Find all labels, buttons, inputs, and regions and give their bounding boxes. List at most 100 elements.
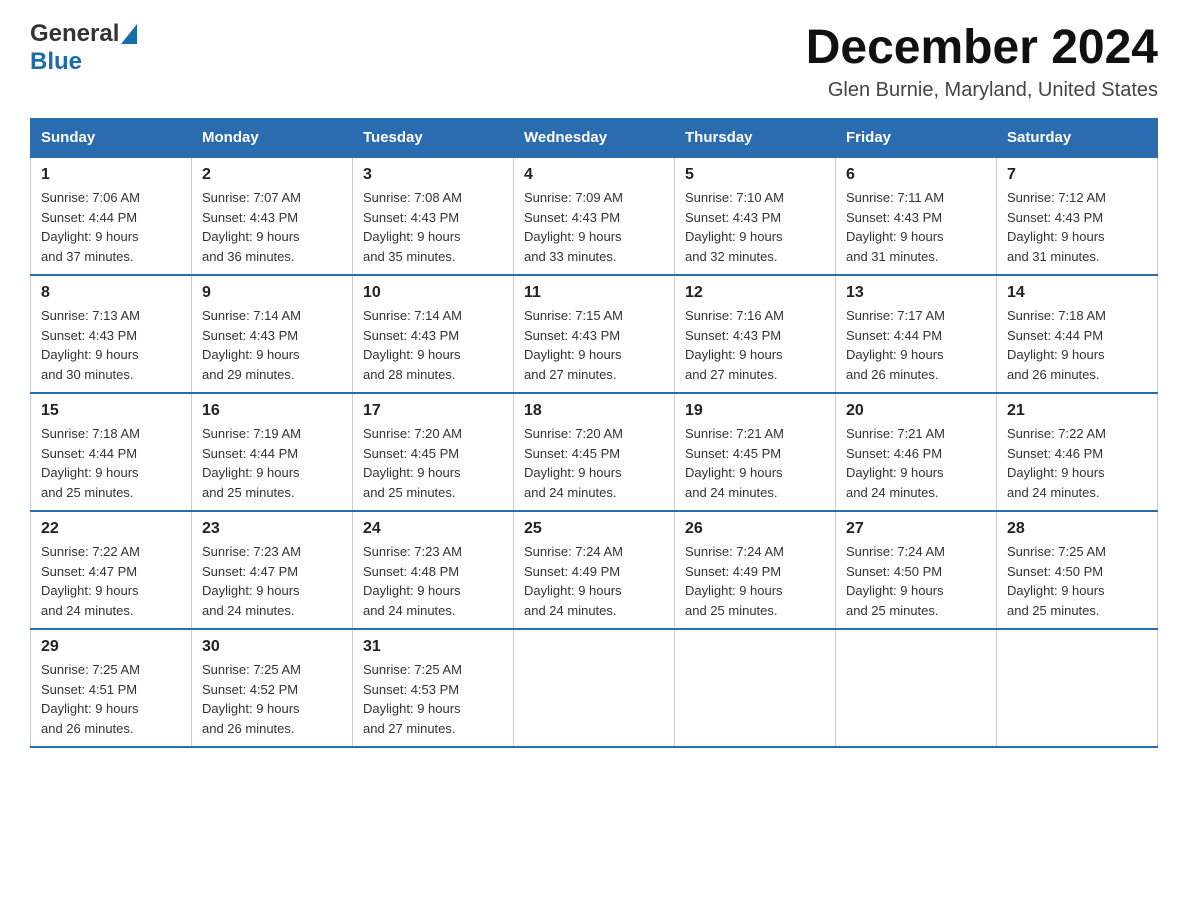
day-number: 19 xyxy=(685,402,825,420)
day-info: Sunrise: 7:21 AM Sunset: 4:45 PM Dayligh… xyxy=(685,424,825,502)
day-number: 27 xyxy=(846,520,986,538)
day-number: 5 xyxy=(685,166,825,184)
day-number: 12 xyxy=(685,284,825,302)
day-number: 17 xyxy=(363,402,503,420)
day-number: 9 xyxy=(202,284,342,302)
day-number: 15 xyxy=(41,402,181,420)
calendar-cell: 20 Sunrise: 7:21 AM Sunset: 4:46 PM Dayl… xyxy=(836,393,997,511)
calendar-cell: 19 Sunrise: 7:21 AM Sunset: 4:45 PM Dayl… xyxy=(675,393,836,511)
day-info: Sunrise: 7:21 AM Sunset: 4:46 PM Dayligh… xyxy=(846,424,986,502)
calendar-cell: 1 Sunrise: 7:06 AM Sunset: 4:44 PM Dayli… xyxy=(31,157,192,275)
day-info: Sunrise: 7:10 AM Sunset: 4:43 PM Dayligh… xyxy=(685,188,825,266)
calendar-cell: 23 Sunrise: 7:23 AM Sunset: 4:47 PM Dayl… xyxy=(192,511,353,629)
logo-general-text: General xyxy=(30,20,119,48)
calendar-cell xyxy=(675,629,836,747)
calendar-cell xyxy=(514,629,675,747)
title-section: December 2024 Glen Burnie, Maryland, Uni… xyxy=(806,20,1158,102)
calendar-cell: 17 Sunrise: 7:20 AM Sunset: 4:45 PM Dayl… xyxy=(353,393,514,511)
calendar-cell: 5 Sunrise: 7:10 AM Sunset: 4:43 PM Dayli… xyxy=(675,157,836,275)
calendar-cell: 15 Sunrise: 7:18 AM Sunset: 4:44 PM Dayl… xyxy=(31,393,192,511)
day-info: Sunrise: 7:22 AM Sunset: 4:47 PM Dayligh… xyxy=(41,542,181,620)
calendar-cell xyxy=(997,629,1158,747)
day-number: 3 xyxy=(363,166,503,184)
calendar-cell: 9 Sunrise: 7:14 AM Sunset: 4:43 PM Dayli… xyxy=(192,275,353,393)
day-number: 1 xyxy=(41,166,181,184)
day-of-week-header: Saturday xyxy=(997,119,1158,158)
logo-triangle-icon xyxy=(121,24,137,44)
calendar-week-row: 1 Sunrise: 7:06 AM Sunset: 4:44 PM Dayli… xyxy=(31,157,1158,275)
day-number: 2 xyxy=(202,166,342,184)
calendar-cell: 7 Sunrise: 7:12 AM Sunset: 4:43 PM Dayli… xyxy=(997,157,1158,275)
calendar-cell xyxy=(836,629,997,747)
calendar-cell: 3 Sunrise: 7:08 AM Sunset: 4:43 PM Dayli… xyxy=(353,157,514,275)
calendar-cell: 10 Sunrise: 7:14 AM Sunset: 4:43 PM Dayl… xyxy=(353,275,514,393)
calendar-cell: 6 Sunrise: 7:11 AM Sunset: 4:43 PM Dayli… xyxy=(836,157,997,275)
day-number: 30 xyxy=(202,638,342,656)
day-info: Sunrise: 7:11 AM Sunset: 4:43 PM Dayligh… xyxy=(846,188,986,266)
day-number: 31 xyxy=(363,638,503,656)
day-info: Sunrise: 7:17 AM Sunset: 4:44 PM Dayligh… xyxy=(846,306,986,384)
calendar-week-row: 22 Sunrise: 7:22 AM Sunset: 4:47 PM Dayl… xyxy=(31,511,1158,629)
day-of-week-header: Sunday xyxy=(31,119,192,158)
calendar-cell: 24 Sunrise: 7:23 AM Sunset: 4:48 PM Dayl… xyxy=(353,511,514,629)
calendar-cell: 29 Sunrise: 7:25 AM Sunset: 4:51 PM Dayl… xyxy=(31,629,192,747)
day-info: Sunrise: 7:14 AM Sunset: 4:43 PM Dayligh… xyxy=(202,306,342,384)
calendar-cell: 4 Sunrise: 7:09 AM Sunset: 4:43 PM Dayli… xyxy=(514,157,675,275)
day-number: 23 xyxy=(202,520,342,538)
calendar-cell: 26 Sunrise: 7:24 AM Sunset: 4:49 PM Dayl… xyxy=(675,511,836,629)
day-info: Sunrise: 7:12 AM Sunset: 4:43 PM Dayligh… xyxy=(1007,188,1147,266)
calendar-cell: 28 Sunrise: 7:25 AM Sunset: 4:50 PM Dayl… xyxy=(997,511,1158,629)
calendar-cell: 2 Sunrise: 7:07 AM Sunset: 4:43 PM Dayli… xyxy=(192,157,353,275)
calendar-cell: 21 Sunrise: 7:22 AM Sunset: 4:46 PM Dayl… xyxy=(997,393,1158,511)
day-number: 11 xyxy=(524,284,664,302)
calendar-cell: 8 Sunrise: 7:13 AM Sunset: 4:43 PM Dayli… xyxy=(31,275,192,393)
day-number: 24 xyxy=(363,520,503,538)
day-info: Sunrise: 7:18 AM Sunset: 4:44 PM Dayligh… xyxy=(41,424,181,502)
day-info: Sunrise: 7:24 AM Sunset: 4:49 PM Dayligh… xyxy=(524,542,664,620)
day-number: 18 xyxy=(524,402,664,420)
calendar-cell: 31 Sunrise: 7:25 AM Sunset: 4:53 PM Dayl… xyxy=(353,629,514,747)
day-info: Sunrise: 7:16 AM Sunset: 4:43 PM Dayligh… xyxy=(685,306,825,384)
day-number: 28 xyxy=(1007,520,1147,538)
calendar-cell: 27 Sunrise: 7:24 AM Sunset: 4:50 PM Dayl… xyxy=(836,511,997,629)
day-of-week-header: Tuesday xyxy=(353,119,514,158)
location-subtitle: Glen Burnie, Maryland, United States xyxy=(806,79,1158,102)
day-number: 29 xyxy=(41,638,181,656)
month-title: December 2024 xyxy=(806,20,1158,75)
calendar-cell: 11 Sunrise: 7:15 AM Sunset: 4:43 PM Dayl… xyxy=(514,275,675,393)
logo-blue-text: Blue xyxy=(30,48,82,76)
calendar-cell: 18 Sunrise: 7:20 AM Sunset: 4:45 PM Dayl… xyxy=(514,393,675,511)
day-number: 14 xyxy=(1007,284,1147,302)
logo: General Blue xyxy=(30,20,137,76)
calendar-cell: 30 Sunrise: 7:25 AM Sunset: 4:52 PM Dayl… xyxy=(192,629,353,747)
calendar-cell: 13 Sunrise: 7:17 AM Sunset: 4:44 PM Dayl… xyxy=(836,275,997,393)
day-info: Sunrise: 7:25 AM Sunset: 4:50 PM Dayligh… xyxy=(1007,542,1147,620)
calendar-header-row: SundayMondayTuesdayWednesdayThursdayFrid… xyxy=(31,119,1158,158)
day-number: 7 xyxy=(1007,166,1147,184)
day-info: Sunrise: 7:20 AM Sunset: 4:45 PM Dayligh… xyxy=(524,424,664,502)
page-header: General Blue December 2024 Glen Burnie, … xyxy=(30,20,1158,102)
day-info: Sunrise: 7:25 AM Sunset: 4:52 PM Dayligh… xyxy=(202,660,342,738)
day-info: Sunrise: 7:22 AM Sunset: 4:46 PM Dayligh… xyxy=(1007,424,1147,502)
day-info: Sunrise: 7:25 AM Sunset: 4:51 PM Dayligh… xyxy=(41,660,181,738)
day-number: 25 xyxy=(524,520,664,538)
day-number: 22 xyxy=(41,520,181,538)
calendar-cell: 14 Sunrise: 7:18 AM Sunset: 4:44 PM Dayl… xyxy=(997,275,1158,393)
day-of-week-header: Wednesday xyxy=(514,119,675,158)
calendar-week-row: 8 Sunrise: 7:13 AM Sunset: 4:43 PM Dayli… xyxy=(31,275,1158,393)
day-info: Sunrise: 7:24 AM Sunset: 4:50 PM Dayligh… xyxy=(846,542,986,620)
day-info: Sunrise: 7:14 AM Sunset: 4:43 PM Dayligh… xyxy=(363,306,503,384)
calendar-week-row: 29 Sunrise: 7:25 AM Sunset: 4:51 PM Dayl… xyxy=(31,629,1158,747)
day-info: Sunrise: 7:15 AM Sunset: 4:43 PM Dayligh… xyxy=(524,306,664,384)
day-info: Sunrise: 7:25 AM Sunset: 4:53 PM Dayligh… xyxy=(363,660,503,738)
day-number: 10 xyxy=(363,284,503,302)
day-info: Sunrise: 7:13 AM Sunset: 4:43 PM Dayligh… xyxy=(41,306,181,384)
day-info: Sunrise: 7:07 AM Sunset: 4:43 PM Dayligh… xyxy=(202,188,342,266)
calendar-week-row: 15 Sunrise: 7:18 AM Sunset: 4:44 PM Dayl… xyxy=(31,393,1158,511)
calendar-cell: 22 Sunrise: 7:22 AM Sunset: 4:47 PM Dayl… xyxy=(31,511,192,629)
day-info: Sunrise: 7:20 AM Sunset: 4:45 PM Dayligh… xyxy=(363,424,503,502)
day-info: Sunrise: 7:24 AM Sunset: 4:49 PM Dayligh… xyxy=(685,542,825,620)
calendar-cell: 16 Sunrise: 7:19 AM Sunset: 4:44 PM Dayl… xyxy=(192,393,353,511)
calendar-table: SundayMondayTuesdayWednesdayThursdayFrid… xyxy=(30,118,1158,748)
day-info: Sunrise: 7:08 AM Sunset: 4:43 PM Dayligh… xyxy=(363,188,503,266)
